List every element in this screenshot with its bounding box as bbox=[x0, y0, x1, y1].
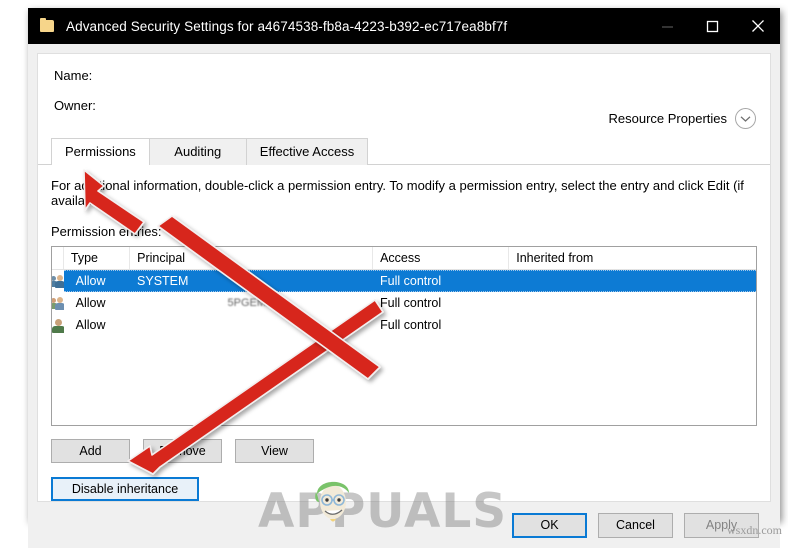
row-icon-cell bbox=[52, 270, 64, 292]
owner-label: Owner: bbox=[54, 98, 96, 113]
disable-inheritance-button[interactable]: Disable inheritance bbox=[51, 477, 199, 501]
row-inherited-from bbox=[509, 292, 756, 314]
tab-effective-access-label: Effective Access bbox=[259, 144, 355, 159]
tab-permissions-label: Permissions bbox=[65, 144, 136, 159]
advanced-security-settings-window: Advanced Security Settings for a4674538-… bbox=[28, 8, 780, 548]
name-row: Name: bbox=[54, 68, 754, 83]
group-icon bbox=[52, 296, 64, 311]
row-access: Full control bbox=[380, 318, 442, 332]
folder-icon bbox=[40, 18, 56, 33]
column-header-principal[interactable]: Principal bbox=[130, 247, 374, 269]
tab-auditing-label: Auditing bbox=[174, 144, 222, 159]
tab-permissions[interactable]: Permissions bbox=[51, 138, 150, 166]
ok-button[interactable]: OK bbox=[512, 512, 587, 538]
column-header-icon bbox=[52, 247, 64, 269]
tab-bar: Permissions Auditing Effective Access bbox=[51, 138, 770, 166]
window-title: Advanced Security Settings for a4674538-… bbox=[66, 18, 508, 34]
permission-entries-label: Permission entries: bbox=[51, 224, 162, 239]
column-header-inherited-from[interactable]: Inherited from bbox=[509, 247, 756, 269]
row-type: Allow bbox=[75, 296, 106, 310]
list-action-buttons: Add Remove View bbox=[51, 439, 757, 463]
row-principal-text: 5PGEM2W bbox=[227, 297, 283, 309]
object-info-section: Name: Owner: Resource Properties bbox=[38, 54, 770, 129]
close-icon[interactable] bbox=[735, 8, 780, 44]
add-button[interactable]: Add bbox=[51, 439, 130, 463]
wsxdn-watermark: wsxdn.com bbox=[727, 523, 782, 537]
resource-properties-toggle[interactable]: Resource Properties bbox=[608, 108, 756, 129]
content-panel: Name: Owner: Resource Properties Permiss… bbox=[37, 53, 771, 502]
dialog-footer: OK Cancel Apply bbox=[37, 502, 771, 548]
list-header-row: Type Principal Access Inherited from bbox=[52, 247, 756, 270]
view-button[interactable]: View bbox=[235, 439, 314, 463]
cancel-button[interactable]: Cancel bbox=[598, 512, 673, 538]
row-type: Allow bbox=[75, 274, 106, 288]
row-access: Full control bbox=[380, 296, 442, 310]
table-row[interactable]: Allow 5PGEM2W Full control bbox=[52, 292, 756, 314]
inheritance-row: Disable inheritance bbox=[51, 477, 757, 501]
group-icon bbox=[52, 274, 64, 289]
permission-entries-list[interactable]: Type Principal Access Inherited from All… bbox=[51, 246, 757, 426]
table-row[interactable]: Allow SYSTEM Full control bbox=[52, 270, 756, 292]
permissions-info-text: For additional information, double-click… bbox=[51, 178, 744, 208]
permissions-pane: For additional information, double-click… bbox=[38, 165, 770, 501]
minimize-icon[interactable] bbox=[645, 8, 690, 44]
row-principal bbox=[130, 314, 373, 336]
tab-auditing[interactable]: Auditing bbox=[148, 138, 247, 165]
row-inherited-from bbox=[509, 314, 756, 336]
row-inherited-from bbox=[509, 270, 756, 292]
row-icon-cell bbox=[52, 314, 64, 336]
row-principal: 5PGEM2W bbox=[130, 292, 373, 314]
column-header-type[interactable]: Type bbox=[64, 247, 131, 269]
window-controls bbox=[645, 8, 780, 44]
column-header-access[interactable]: Access bbox=[373, 247, 510, 269]
row-access: Full control bbox=[380, 274, 442, 288]
page-background: Advanced Security Settings for a4674538-… bbox=[0, 0, 788, 548]
maximize-icon[interactable] bbox=[690, 8, 735, 44]
row-principal: SYSTEM bbox=[137, 274, 189, 288]
name-label: Name: bbox=[54, 68, 93, 83]
remove-button[interactable]: Remove bbox=[143, 439, 222, 463]
resource-properties-label: Resource Properties bbox=[608, 111, 728, 126]
chevron-down-circle-icon[interactable] bbox=[735, 108, 756, 129]
row-icon-cell bbox=[52, 292, 64, 314]
row-type: Allow bbox=[75, 318, 106, 332]
user-icon bbox=[52, 318, 64, 333]
client-area: Name: Owner: Resource Properties Permiss… bbox=[28, 44, 780, 548]
tab-effective-access[interactable]: Effective Access bbox=[245, 138, 369, 165]
table-row[interactable]: Allow Full control bbox=[52, 314, 756, 336]
title-bar: Advanced Security Settings for a4674538-… bbox=[28, 8, 780, 44]
